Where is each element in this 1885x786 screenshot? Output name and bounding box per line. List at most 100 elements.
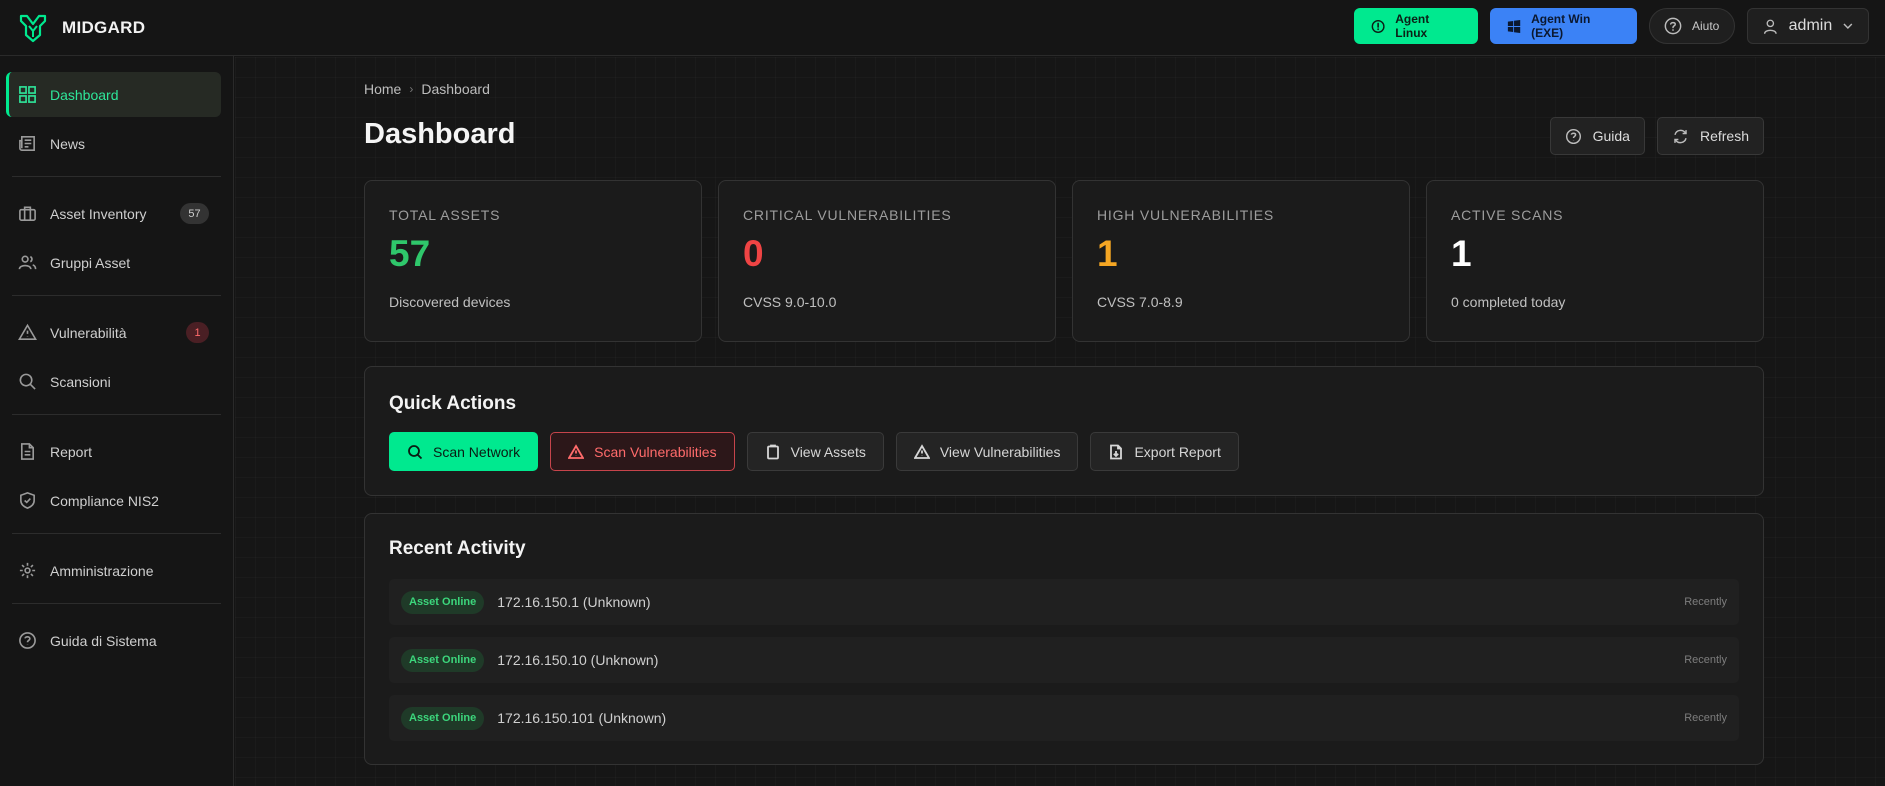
briefcase-icon bbox=[19, 206, 36, 221]
stat-subtitle: CVSS 9.0-10.0 bbox=[743, 294, 837, 310]
sidebar-item-label: Compliance NIS2 bbox=[50, 492, 159, 509]
stat-subtitle: CVSS 7.0-8.9 bbox=[1097, 294, 1183, 310]
activity-text: 172.16.150.101 (Unknown) bbox=[497, 710, 667, 726]
sidebar-item-news[interactable]: News bbox=[6, 121, 221, 166]
activity-text: 172.16.150.10 (Unknown) bbox=[497, 652, 659, 668]
sidebar-item-label: Asset Inventory bbox=[50, 205, 147, 222]
view-vulnerabilities-label: View Vulnerabilities bbox=[939, 443, 1061, 460]
activity-time: Recently bbox=[1684, 596, 1727, 608]
quick-actions-title: Quick Actions bbox=[389, 393, 517, 414]
stat-card-total-assets[interactable]: TOTAL ASSETS 57 Discovered devices bbox=[364, 180, 702, 342]
stat-value: 0 bbox=[743, 233, 764, 274]
stat-value: 1 bbox=[1097, 233, 1118, 274]
sidebar-divider bbox=[12, 295, 221, 296]
list-item[interactable]: Asset Online 172.16.150.101 (Unknown) Re… bbox=[389, 695, 1739, 741]
vuln-count-badge: 1 bbox=[186, 322, 209, 343]
refresh-label: Refresh bbox=[1699, 128, 1749, 144]
breadcrumb-home[interactable]: Home bbox=[364, 81, 401, 97]
sidebar-item-gruppi-asset[interactable]: Gruppi Asset bbox=[6, 240, 221, 285]
stats-row: TOTAL ASSETS 57 Discovered devices CRITI… bbox=[364, 180, 1764, 342]
agent-linux-label: Agent Linux bbox=[1395, 12, 1430, 40]
midgard-logo-icon bbox=[19, 14, 47, 42]
sidebar-item-label: Scansioni bbox=[50, 373, 111, 390]
recent-activity-panel: Recent Activity Asset Online 172.16.150.… bbox=[364, 513, 1764, 765]
recent-activity-title: Recent Activity bbox=[389, 538, 526, 559]
header-actions: Guida Refresh bbox=[1538, 117, 1764, 155]
sidebar-item-vulnerabilita[interactable]: Vulnerabilità 1 bbox=[6, 310, 221, 355]
help-button[interactable]: Aiuto bbox=[1649, 8, 1735, 44]
sidebar-item-asset-inventory[interactable]: Asset Inventory 57 bbox=[6, 191, 221, 236]
info-circle-icon bbox=[1371, 19, 1385, 33]
warning-icon bbox=[568, 443, 585, 459]
help-circle-icon bbox=[1664, 17, 1682, 35]
sidebar-divider bbox=[12, 176, 221, 177]
brand[interactable]: MIDGARD bbox=[18, 13, 145, 43]
stat-card-critical-vulnerabilities[interactable]: CRITICAL VULNERABILITIES 0 CVSS 9.0-10.0 bbox=[718, 180, 1056, 342]
clipboard-icon bbox=[766, 444, 779, 459]
export-report-label: Export Report bbox=[1134, 443, 1221, 460]
quick-actions-panel: Quick Actions Scan Network Scan Vulnerab… bbox=[364, 366, 1764, 496]
sidebar: Dashboard News Asset Inventory 57 Gruppi… bbox=[0, 56, 234, 786]
activity-text: 172.16.150.1 (Unknown) bbox=[497, 594, 651, 610]
refresh-button[interactable]: Refresh bbox=[1656, 117, 1764, 155]
refresh-icon bbox=[1674, 129, 1687, 143]
scan-network-button[interactable]: Scan Network bbox=[389, 432, 539, 471]
view-assets-button[interactable]: View Assets bbox=[746, 432, 884, 471]
file-icon bbox=[20, 443, 35, 460]
quick-actions-row: Scan Network Scan Vulnerabilities View A… bbox=[389, 432, 1251, 471]
sidebar-item-amministrazione[interactable]: Amministrazione bbox=[6, 548, 221, 593]
warning-icon bbox=[913, 443, 930, 459]
user-menu-button[interactable]: admin bbox=[1747, 8, 1869, 44]
list-item[interactable]: Asset Online 172.16.150.10 (Unknown) Rec… bbox=[389, 637, 1739, 683]
gear-icon bbox=[19, 562, 36, 579]
stat-card-high-vulnerabilities[interactable]: HIGH VULNERABILITIES 1 CVSS 7.0-8.9 bbox=[1072, 180, 1410, 342]
activity-list: Asset Online 172.16.150.1 (Unknown) Rece… bbox=[389, 579, 1739, 753]
user-icon bbox=[1763, 19, 1777, 34]
top-actions: Agent Linux Agent Win (EXE) Aiuto admin bbox=[1354, 8, 1869, 44]
view-vulnerabilities-button[interactable]: View Vulnerabilities bbox=[895, 432, 1079, 471]
main-content: Home › Dashboard Dashboard Guida Refresh… bbox=[235, 57, 1885, 786]
stat-value: 1 bbox=[1451, 233, 1472, 274]
sidebar-divider bbox=[12, 603, 221, 604]
sidebar-item-report[interactable]: Report bbox=[6, 429, 221, 474]
search-icon bbox=[408, 444, 423, 459]
sidebar-item-label: Amministrazione bbox=[50, 562, 154, 579]
chevron-down-icon bbox=[1843, 23, 1853, 30]
grid-icon bbox=[19, 86, 36, 103]
search-icon bbox=[19, 373, 36, 390]
guide-button[interactable]: Guida bbox=[1549, 117, 1645, 155]
stat-value: 57 bbox=[389, 233, 431, 274]
status-badge: Asset Online bbox=[401, 590, 485, 614]
stat-subtitle: Discovered devices bbox=[389, 294, 511, 310]
sidebar-item-dashboard[interactable]: Dashboard bbox=[6, 72, 221, 117]
scan-vulnerabilities-button[interactable]: Scan Vulnerabilities bbox=[550, 432, 735, 471]
sidebar-item-label: Vulnerabilità bbox=[50, 324, 127, 341]
top-bar: MIDGARD Agent Linux Agent Win (EXE) Aiut… bbox=[0, 0, 1885, 56]
stat-subtitle: 0 completed today bbox=[1451, 294, 1566, 310]
activity-time: Recently bbox=[1684, 712, 1727, 724]
sidebar-item-guida-di-sistema[interactable]: Guida di Sistema bbox=[6, 618, 221, 663]
status-badge: Asset Online bbox=[401, 648, 485, 672]
help-icon bbox=[19, 632, 36, 649]
app-name: MIDGARD bbox=[62, 17, 146, 37]
agent-linux-button[interactable]: Agent Linux bbox=[1354, 8, 1478, 44]
stat-label: TOTAL ASSETS bbox=[389, 207, 501, 223]
sidebar-item-label: Guida di Sistema bbox=[50, 632, 157, 649]
scan-network-label: Scan Network bbox=[433, 443, 521, 460]
users-icon bbox=[18, 255, 37, 270]
help-label: Aiuto bbox=[1692, 19, 1720, 33]
stat-card-active-scans[interactable]: ACTIVE SCANS 1 0 completed today bbox=[1426, 180, 1764, 342]
breadcrumb: Home › Dashboard bbox=[364, 81, 490, 97]
activity-time: Recently bbox=[1684, 654, 1727, 666]
sidebar-item-compliance-nis2[interactable]: Compliance NIS2 bbox=[6, 478, 221, 523]
agent-win-button[interactable]: Agent Win (EXE) bbox=[1490, 8, 1637, 44]
sidebar-item-label: Report bbox=[50, 443, 93, 460]
export-report-button[interactable]: Export Report bbox=[1090, 432, 1239, 471]
sidebar-item-scansioni[interactable]: Scansioni bbox=[6, 359, 221, 404]
sidebar-divider bbox=[12, 533, 221, 534]
list-item[interactable]: Asset Online 172.16.150.1 (Unknown) Rece… bbox=[389, 579, 1739, 625]
user-name: admin bbox=[1788, 17, 1833, 34]
asset-count-badge: 57 bbox=[180, 203, 209, 224]
scan-vulnerabilities-label: Scan Vulnerabilities bbox=[594, 443, 717, 460]
file-export-icon bbox=[1110, 444, 1123, 459]
